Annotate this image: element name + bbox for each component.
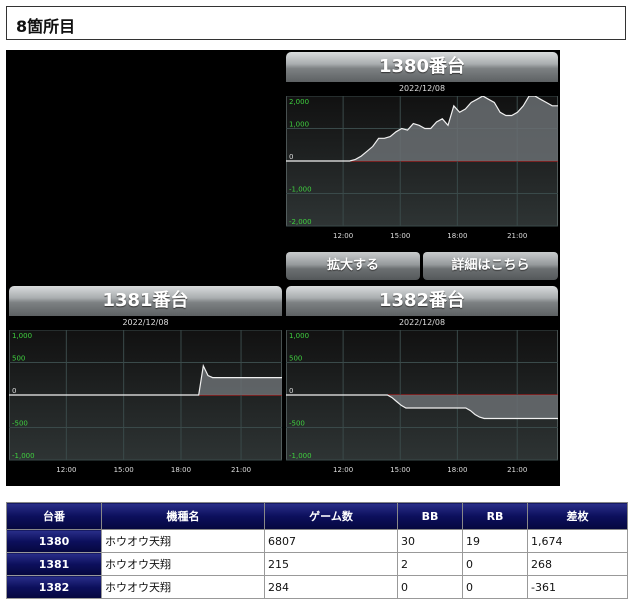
- x-tick-label: 21:00: [507, 466, 527, 474]
- y-tick-label: 1,000: [289, 332, 309, 340]
- y-tick-label: 0: [289, 387, 293, 395]
- y-tick-label: -1,000: [12, 452, 35, 460]
- cell-no: 1380: [6, 529, 102, 553]
- y-tick-label: 1,000: [289, 121, 309, 129]
- cell-no: 1381: [6, 552, 102, 576]
- x-tick-label: 15:00: [390, 466, 410, 474]
- chart-1382-title: 1382番台: [286, 286, 558, 316]
- machine-table: 台番 機種名 ゲーム数 BB RB 差枚 1380 ホウオウ天翔 6807 30…: [6, 502, 628, 599]
- cell-games: 284: [264, 575, 398, 599]
- chart-1381-title: 1381番台: [9, 286, 282, 316]
- y-tick-label: -1,000: [289, 186, 312, 194]
- chart-1380-title: 1380番台: [286, 52, 558, 82]
- y-tick-label: 2,000: [289, 98, 309, 106]
- cell-model: ホウオウ天翔: [101, 529, 265, 553]
- cell-diff: -361: [527, 575, 628, 599]
- chart-1382-date: 2022/12/08: [398, 318, 446, 327]
- y-tick-label: -2,000: [289, 218, 312, 226]
- y-tick-label: 0: [289, 153, 293, 161]
- col-header-no: 台番: [6, 502, 102, 530]
- cell-diff: 268: [527, 552, 628, 576]
- video-placeholder: [6, 50, 284, 282]
- x-tick-label: 15:00: [390, 232, 410, 240]
- x-tick-label: 18:00: [447, 466, 467, 474]
- cell-rb: 0: [462, 552, 528, 576]
- chart-plot: 1,000 500 0 -500 -1,000 12:00 15:00 18:00 21:00: [286, 330, 558, 474]
- table-row: 1380 ホウオウ天翔 6807 30 19 1,674: [6, 529, 628, 553]
- chart-1380-date: 2022/12/08: [398, 84, 446, 93]
- x-tick-label: 12:00: [333, 466, 353, 474]
- x-tick-label: 15:00: [114, 466, 134, 474]
- x-tick-label: 18:00: [447, 232, 467, 240]
- cell-no: 1382: [6, 575, 102, 599]
- chart-1382: 1382番台 2022/12/08 1,000 500 0 -500 -1,000 12:…: [286, 286, 558, 484]
- table-row: 1381 ホウオウ天翔 215 2 0 268: [6, 552, 628, 576]
- details-button[interactable]: 詳細はこちら: [423, 252, 558, 280]
- cell-bb: 0: [397, 575, 463, 599]
- cell-rb: 0: [462, 575, 528, 599]
- cell-model: ホウオウ天翔: [101, 575, 265, 599]
- chart-1381-date: 2022/12/08: [122, 318, 169, 327]
- cell-model: ホウオウ天翔: [101, 552, 265, 576]
- page-title: 8箇所目: [16, 17, 76, 36]
- chart-1381: 1381番台 2022/12/08 1,000 500 0 -500 -1,000 12:…: [9, 286, 282, 484]
- cell-bb: 2: [397, 552, 463, 576]
- table-header-row: 台番 機種名 ゲーム数 BB RB 差枚: [6, 502, 628, 530]
- table-row: 1382 ホウオウ天翔 284 0 0 -361: [6, 575, 628, 599]
- x-tick-label: 21:00: [231, 466, 251, 474]
- col-header-bb: BB: [397, 502, 463, 530]
- x-tick-label: 21:00: [507, 232, 527, 240]
- col-header-diff: 差枚: [527, 502, 628, 530]
- y-tick-label: 0: [12, 387, 16, 395]
- col-header-rb: RB: [462, 502, 528, 530]
- chart-1380: 1380番台 2022/12/08 2,000 1,000 0 -1,000 -2,00…: [286, 52, 558, 250]
- y-tick-label: -500: [289, 420, 305, 428]
- y-tick-label: -500: [12, 420, 28, 428]
- col-header-model: 機種名: [101, 502, 265, 530]
- chart-plot: 1,000 500 0 -500 -1,000 12:00 15:00 18:00 21:00: [9, 330, 282, 474]
- chart-plot: 2,000 1,000 0 -1,000 -2,000 12:00 15:00 18:00 21…: [286, 96, 558, 240]
- cell-bb: 30: [397, 529, 463, 553]
- cell-games: 6807: [264, 529, 398, 553]
- cell-games: 215: [264, 552, 398, 576]
- y-tick-label: 500: [289, 355, 302, 363]
- x-tick-label: 12:00: [56, 466, 76, 474]
- cell-diff: 1,674: [527, 529, 628, 553]
- y-tick-label: 1,000: [12, 332, 32, 340]
- x-tick-label: 18:00: [171, 466, 191, 474]
- zoom-button[interactable]: 拡大する: [286, 252, 420, 280]
- y-tick-label: 500: [12, 355, 25, 363]
- page-header: 8箇所目: [6, 6, 626, 40]
- y-tick-label: -1,000: [289, 452, 312, 460]
- col-header-games: ゲーム数: [264, 502, 398, 530]
- cell-rb: 19: [462, 529, 528, 553]
- x-tick-label: 12:00: [333, 232, 353, 240]
